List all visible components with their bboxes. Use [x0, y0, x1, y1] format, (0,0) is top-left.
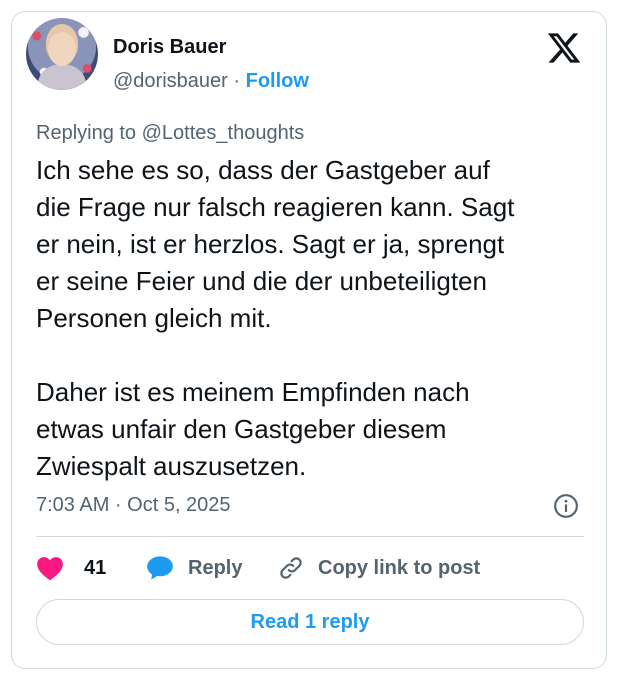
speech-bubble-icon [147, 556, 173, 580]
divider [36, 536, 584, 537]
post-timestamp[interactable]: 7:03 AM · Oct 5, 2025 [36, 494, 231, 517]
x-logo-icon[interactable] [546, 30, 582, 66]
like-button[interactable]: 41 [36, 550, 106, 586]
like-count: 41 [84, 556, 107, 579]
avatar[interactable] [26, 18, 98, 90]
author-name[interactable]: Doris Bauer [113, 36, 226, 59]
action-bar: 41 Reply Copy link to post [36, 550, 596, 586]
author-handle-row: @dorisbauer · Follow [113, 70, 309, 93]
copy-link-button[interactable]: Copy link to post [278, 550, 480, 586]
reply-label: Reply [188, 556, 243, 579]
read-replies-label: Read 1 reply [250, 610, 370, 633]
avatar-face [48, 32, 76, 66]
copy-link-label: Copy link to post [318, 556, 481, 579]
read-replies-button[interactable]: Read 1 reply [36, 599, 584, 645]
follow-link[interactable]: Follow [246, 70, 309, 92]
reply-button[interactable]: Reply [146, 550, 242, 586]
link-icon [280, 557, 302, 579]
info-icon[interactable] [553, 493, 579, 519]
author-handle[interactable]: @dorisbauer [113, 70, 228, 92]
post-text: Ich sehe es so, dass der Gastgeber auf d… [36, 155, 515, 481]
heart-icon [37, 557, 63, 581]
replying-to[interactable]: Replying to @Lottes_thoughts [36, 122, 304, 145]
handle-separator: · [233, 70, 241, 92]
